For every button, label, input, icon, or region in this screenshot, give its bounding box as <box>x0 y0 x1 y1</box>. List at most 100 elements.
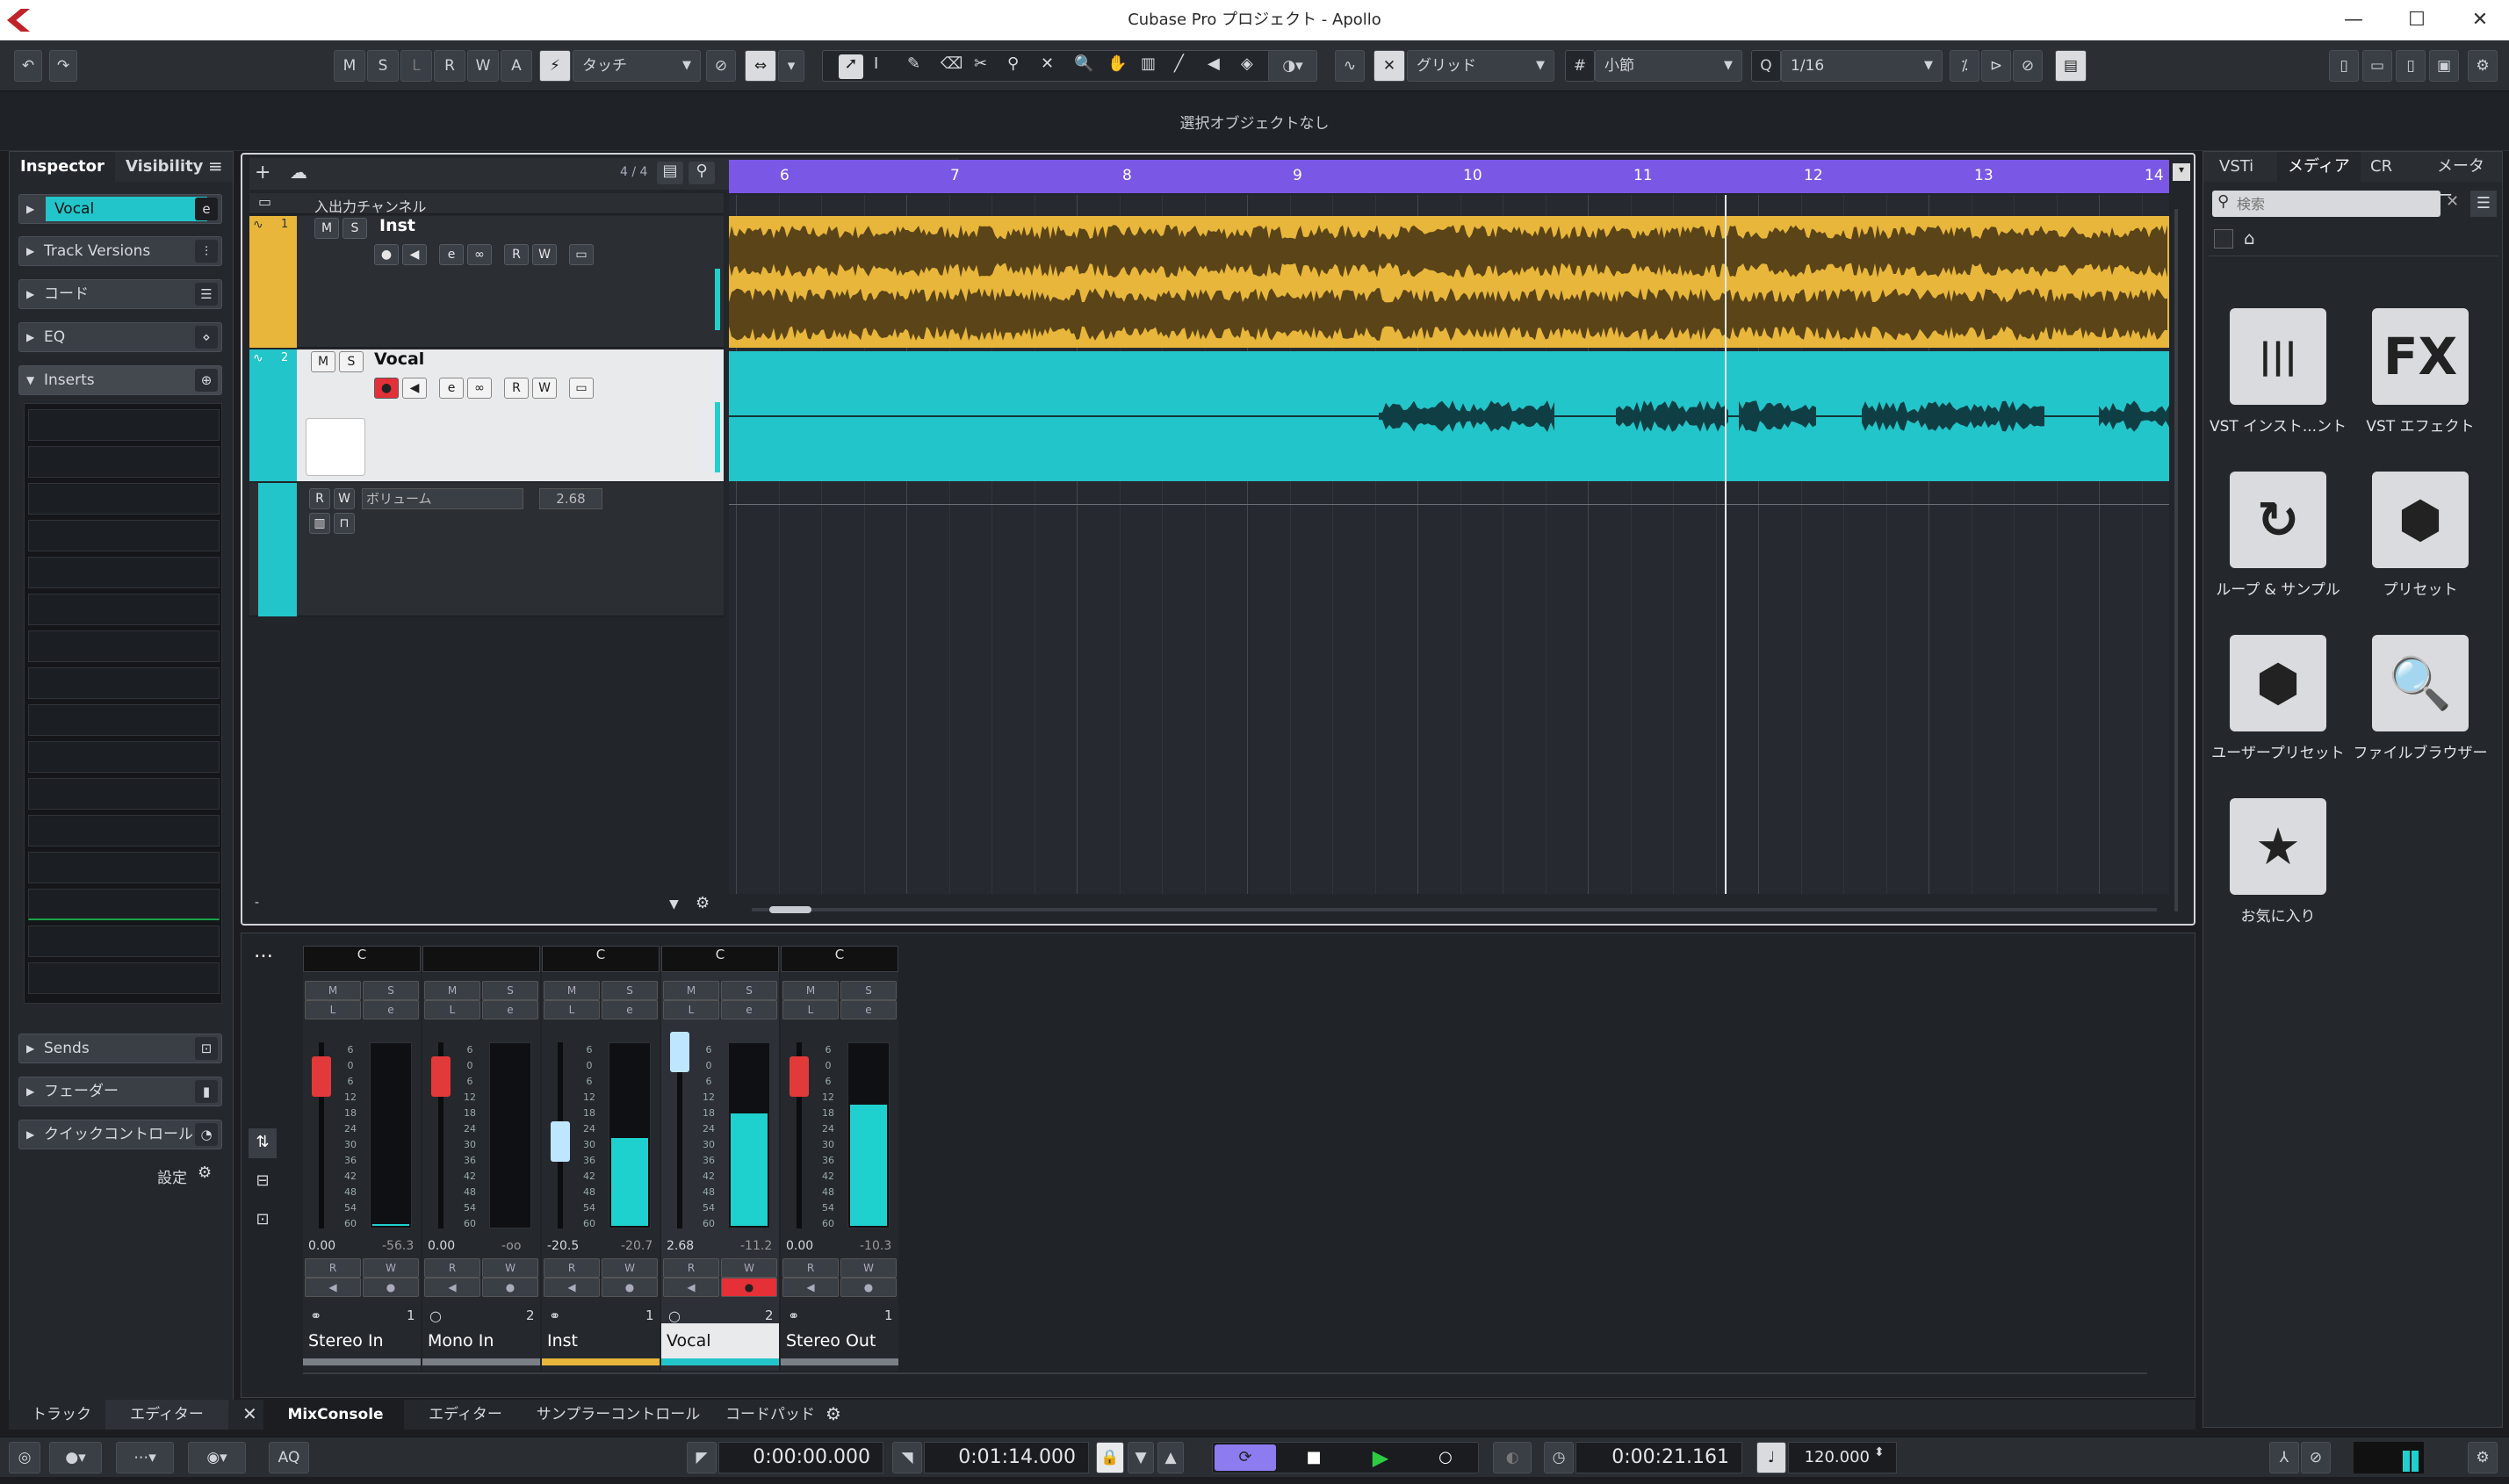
channel-mute-button[interactable]: M <box>663 981 719 1000</box>
insert-slot[interactable] <box>28 446 220 478</box>
channel-read-button[interactable]: R <box>663 1258 719 1278</box>
left-right-locator-icon[interactable]: ◑▾ <box>1268 50 1317 82</box>
metronome-off-icon[interactable]: ◐ <box>1493 1442 1532 1473</box>
right-locator-display[interactable]: 0:01:14.000 <box>924 1442 1089 1473</box>
inspector-settings-label[interactable]: 設定 <box>157 1165 187 1187</box>
track-versions-button[interactable]: ▭ <box>569 378 594 399</box>
record-mode-icon[interactable]: ●▾ <box>49 1442 102 1473</box>
snap-on-off-icon[interactable]: ✕ <box>1373 50 1405 82</box>
toolbar-settings-icon[interactable]: ⚙ <box>2468 50 2498 82</box>
snap-type-select[interactable]: グリッド <box>1407 50 1554 82</box>
lock-icon[interactable]: 🔒 <box>1096 1442 1124 1473</box>
channel-record-button[interactable]: ● <box>721 1278 777 1297</box>
line-tool-icon[interactable]: ╱ <box>1174 54 1184 73</box>
solo-all-button[interactable]: S <box>367 50 399 82</box>
mute-all-button[interactable]: M <box>334 50 365 82</box>
inspector-section-inserts[interactable]: Inserts ⊕ <box>18 365 222 395</box>
channel-solo-button[interactable]: S <box>363 981 419 1000</box>
comp-tool-icon[interactable]: ▥ <box>1141 54 1156 73</box>
tab-tracks[interactable]: トラック <box>18 1400 105 1430</box>
solo-button[interactable]: S <box>342 218 367 239</box>
channel-edit-button[interactable]: e <box>840 1000 897 1019</box>
inspector-track-section[interactable]: Vocal e <box>18 194 222 224</box>
aq-button[interactable]: AQ <box>269 1442 309 1473</box>
channel-name[interactable]: Inst <box>542 1323 660 1358</box>
cycle-icon[interactable]: ⟳ <box>1215 1444 1276 1471</box>
channel-read-button[interactable]: R <box>424 1258 480 1278</box>
track-search-icon[interactable]: ⚲ <box>689 162 715 184</box>
insert-slot[interactable] <box>28 889 220 920</box>
eraser-tool-icon[interactable]: ⌫ <box>941 54 963 73</box>
insert-slot[interactable] <box>28 962 220 994</box>
channel-edit-button[interactable]: e <box>602 1000 658 1019</box>
automation-lanes-icon[interactable]: ▥ <box>309 513 330 534</box>
inspector-section-track-versions[interactable]: Track Versions ⫶ <box>18 236 222 266</box>
fader-value[interactable]: 0.00 <box>308 1239 335 1253</box>
monitor-button[interactable]: ◀ <box>402 378 427 399</box>
mute-tool-icon[interactable]: ✕ <box>1041 54 1054 73</box>
io-channel-row[interactable]: ▭ 入出力チャンネル <box>249 193 724 215</box>
channel-mute-button[interactable]: M <box>305 981 361 1000</box>
ruler-options-icon[interactable]: ▾ <box>2173 163 2190 181</box>
window-layout-icon[interactable]: ▣ <box>2429 50 2459 82</box>
track-row-vocal[interactable]: ∿ 2 M S Vocal ● ◀ e ∞ R W ▭ <box>249 349 724 481</box>
channel-monitor-button[interactable]: ◀ <box>424 1278 480 1297</box>
channel-name[interactable]: Stereo In <box>303 1323 421 1358</box>
solo-button[interactable]: S <box>339 351 364 372</box>
audio-record-mode-icon[interactable]: ⋯▾ <box>116 1442 174 1473</box>
channel-listen-button[interactable]: L <box>663 1000 719 1019</box>
media-list-view-icon[interactable]: ☰ <box>2470 191 2497 217</box>
tab-media[interactable]: メディア <box>2277 152 2361 182</box>
tracklist-scroll-down-icon[interactable]: ▼ <box>669 897 679 911</box>
pan-control[interactable]: C <box>661 946 779 972</box>
channel-listen-button[interactable]: L <box>782 1000 839 1019</box>
primary-time-display[interactable]: 0:00:21.161 <box>1575 1442 1742 1473</box>
channel-edit-button[interactable]: e <box>721 1000 777 1019</box>
timeline-ruler[interactable]: 6 7 8 9 10 11 12 13 14 <box>729 160 2169 193</box>
automation-mode-select[interactable]: タッチ <box>573 50 701 82</box>
fx-icon[interactable]: FX <box>2372 308 2469 405</box>
edit-button[interactable]: e <box>439 244 464 265</box>
go-to-left-locator-icon[interactable]: ◤ <box>687 1442 717 1473</box>
tab-vsti[interactable]: VSTi <box>2209 152 2264 182</box>
clear-search-icon[interactable]: ✕ <box>2446 192 2459 211</box>
insert-slot[interactable] <box>28 704 220 736</box>
inspector-section-eq[interactable]: EQ ⋄ <box>18 322 222 352</box>
quantize-reset-icon[interactable]: ⊘ <box>2013 50 2043 82</box>
file-browser-icon[interactable]: 🔍 <box>2372 635 2469 731</box>
channel-monitor-button[interactable]: ◀ <box>663 1278 719 1297</box>
event-display[interactable] <box>729 195 2169 894</box>
record-icon[interactable]: ○ <box>1415 1444 1476 1471</box>
edit-channel-icon[interactable]: e <box>195 198 218 220</box>
channel-mute-button[interactable]: M <box>544 981 600 1000</box>
channel-listen-button[interactable]: L <box>424 1000 480 1019</box>
insert-slot[interactable] <box>28 557 220 588</box>
channel-record-button[interactable]: ● <box>840 1278 897 1297</box>
add-track-icon[interactable]: + <box>255 162 270 184</box>
autoscroll-icon[interactable]: ⇔ <box>745 50 776 82</box>
volume-fader-handle[interactable] <box>551 1121 570 1162</box>
volume-fader-handle[interactable] <box>431 1056 451 1097</box>
loop-icon[interactable]: ↻ <box>2230 472 2326 568</box>
peak-value[interactable]: -20.7 <box>621 1239 652 1253</box>
channel-read-button[interactable]: R <box>544 1258 600 1278</box>
automation-parameter-select[interactable]: ボリューム <box>362 488 523 509</box>
inspector-section-sends[interactable]: Sends ⊡ <box>18 1034 222 1063</box>
channel-name[interactable]: Mono In <box>422 1323 540 1358</box>
mute-button[interactable]: M <box>314 218 339 239</box>
hand-tool-icon[interactable]: ✋ <box>1107 54 1127 73</box>
channel-name[interactable]: Vocal <box>661 1323 779 1358</box>
mute-button[interactable]: M <box>311 351 335 372</box>
punch-in-icon[interactable]: ▼ <box>1128 1442 1154 1473</box>
minimize-button[interactable]: — <box>2318 0 2389 40</box>
automation-lock-icon[interactable]: ⊓ <box>334 513 355 534</box>
home-icon[interactable]: ⌂ <box>2244 227 2255 249</box>
channel-solo-button[interactable]: S <box>482 981 538 1000</box>
inspector-section-fader[interactable]: フェーダー ▮ <box>18 1077 222 1106</box>
edit-button[interactable]: e <box>439 378 464 399</box>
tab-editor-left[interactable]: エディター <box>105 1400 228 1430</box>
insert-slot[interactable] <box>28 852 220 883</box>
playhead-cursor[interactable] <box>1725 195 1727 894</box>
mixer-menu-icon[interactable]: … <box>254 940 273 962</box>
inspector-section-quick-controls[interactable]: クイックコントロール◔ <box>18 1120 222 1149</box>
